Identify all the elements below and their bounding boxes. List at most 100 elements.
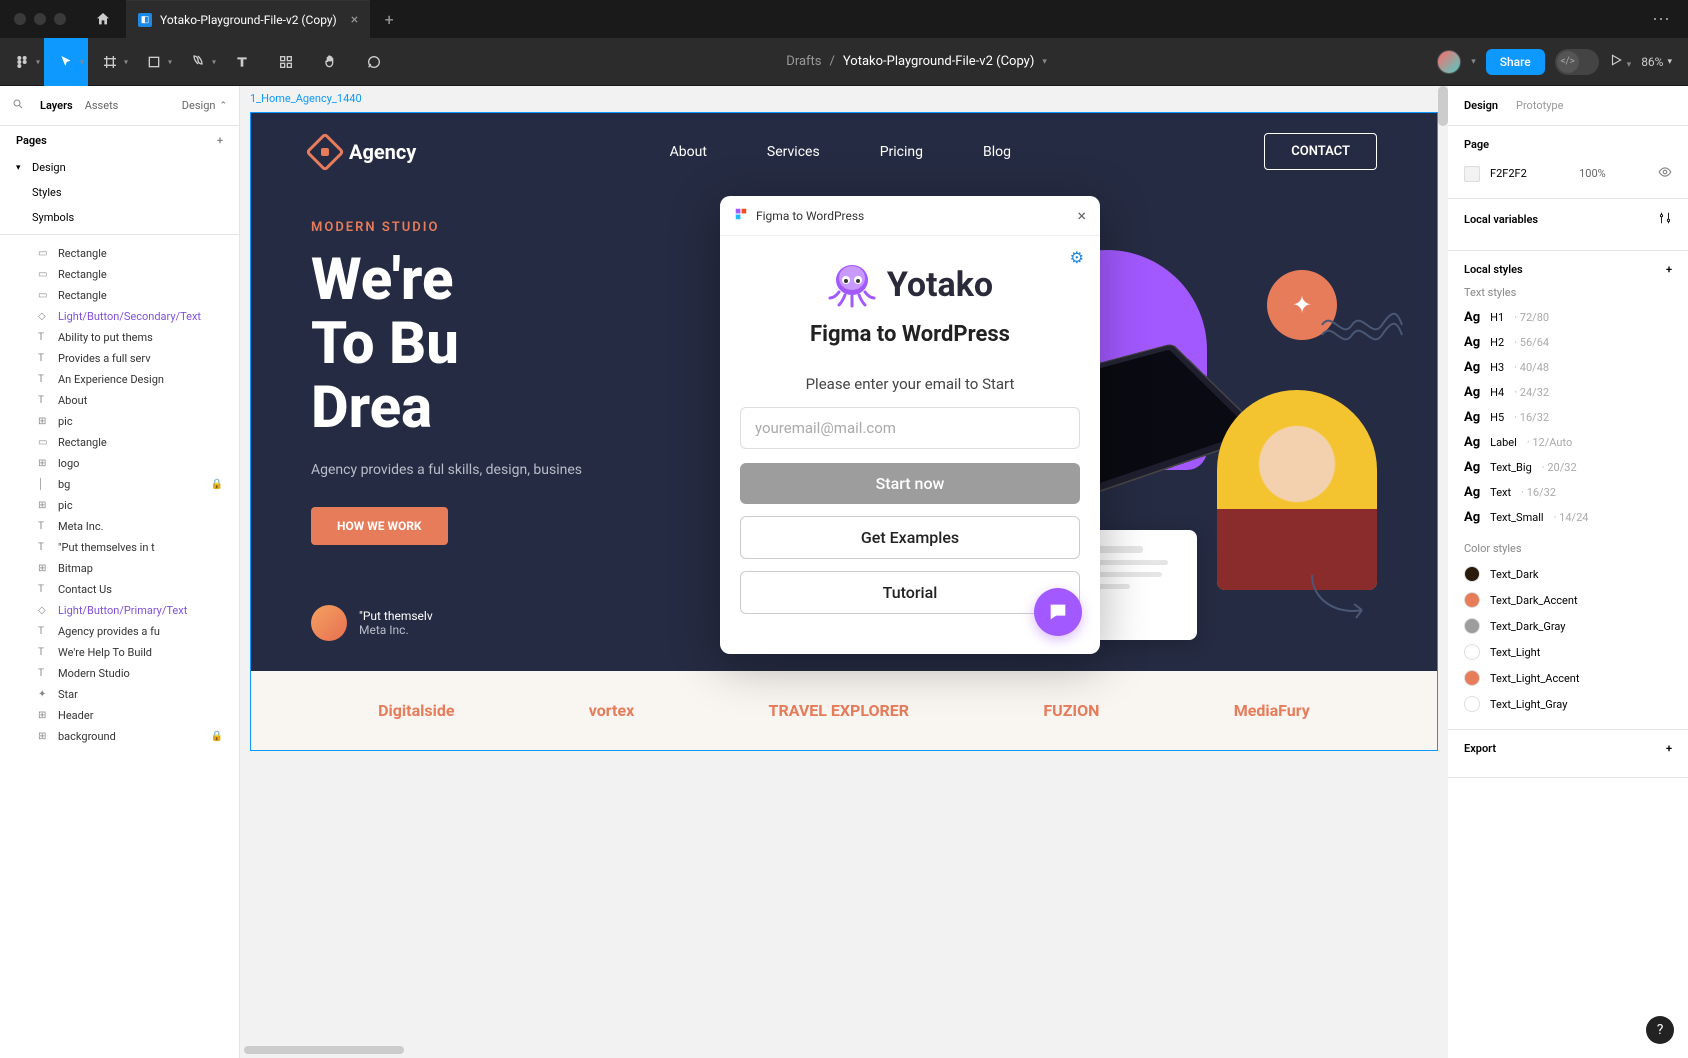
layer-item[interactable]: TAbility to put thems (0, 327, 239, 348)
layer-item[interactable]: ✦Star (0, 684, 239, 705)
layer-item[interactable]: ⊞background🔒 (0, 726, 239, 747)
start-button[interactable]: Start now (740, 463, 1080, 504)
color-style-item[interactable]: Text_Light_Gray (1464, 691, 1672, 717)
text-style-item[interactable]: AgText_Small · 14/24 (1464, 505, 1672, 530)
color-style-item[interactable]: Text_Dark_Accent (1464, 587, 1672, 613)
chat-fab[interactable] (1034, 588, 1082, 636)
layer-item[interactable]: TAbout (0, 390, 239, 411)
page-background-row[interactable]: F2F2F2 100% (1464, 161, 1672, 186)
examples-button[interactable]: Get Examples (740, 516, 1080, 559)
main-menu-button[interactable] (0, 38, 44, 86)
add-page-button[interactable]: + (217, 134, 223, 147)
layer-item[interactable]: TAgency provides a fu (0, 621, 239, 642)
layer-item[interactable]: ◇Light/Button/Secondary/Text (0, 306, 239, 327)
color-style-item[interactable]: Text_Dark_Gray (1464, 613, 1672, 639)
text-style-item[interactable]: AgH4 · 24/32 (1464, 380, 1672, 405)
layer-item[interactable]: ▭Rectangle (0, 285, 239, 306)
layer-item[interactable]: TMeta Inc. (0, 516, 239, 537)
add-style-button[interactable]: + (1666, 263, 1672, 276)
visibility-icon[interactable] (1658, 165, 1672, 182)
dev-mode-toggle[interactable]: </> (1555, 49, 1599, 75)
frame-label[interactable]: 1_Home_Agency_1440 (250, 92, 362, 105)
page-selector[interactable]: Design ⌃ (182, 99, 227, 112)
text-style-item[interactable]: AgH1 · 72/80 (1464, 305, 1672, 330)
help-button[interactable]: ? (1646, 1016, 1674, 1044)
text-style-item[interactable]: AgText · 16/32 (1464, 480, 1672, 505)
email-input[interactable] (740, 407, 1080, 449)
tab-layers[interactable]: Layers (40, 99, 73, 112)
close-tab-icon[interactable]: × (351, 12, 358, 28)
close-plugin-icon[interactable]: × (1077, 206, 1086, 225)
overflow-menu-icon[interactable]: ⋯ (1636, 9, 1688, 30)
tutorial-button[interactable]: Tutorial (740, 571, 1080, 614)
user-avatar[interactable] (1437, 50, 1461, 74)
layer-item[interactable]: ⊞pic (0, 411, 239, 432)
lock-icon[interactable]: 🔒 (211, 731, 223, 742)
right-panel-scroll[interactable]: Page F2F2F2 100% Local variables (1448, 126, 1688, 1058)
layer-item[interactable]: ⊞Bitmap (0, 558, 239, 579)
new-tab-button[interactable]: + (370, 10, 408, 29)
layer-item[interactable]: ▭Rectangle (0, 264, 239, 285)
tab-assets[interactable]: Assets (85, 99, 119, 112)
opacity-value[interactable]: 100% (1579, 167, 1606, 180)
layer-item[interactable]: ⊞Header (0, 705, 239, 726)
ag-icon: Ag (1464, 435, 1480, 450)
canvas[interactable]: 1_Home_Agency_1440 Agency AboutServicesP… (240, 86, 1448, 1058)
text-style-item[interactable]: AgH2 · 56/64 (1464, 330, 1672, 355)
comment-tool-button[interactable] (352, 38, 396, 86)
chevron-down-icon[interactable]: ▾ (1042, 57, 1047, 67)
layer-item[interactable]: TContact Us (0, 579, 239, 600)
layer-item[interactable]: ▭Rectangle (0, 432, 239, 453)
breadcrumb-root[interactable]: Drafts (786, 54, 821, 69)
page-item[interactable]: Design (0, 155, 239, 180)
close-window-icon[interactable] (14, 13, 26, 25)
settings-icon[interactable] (1658, 211, 1672, 228)
zoom-window-icon[interactable] (54, 13, 66, 25)
minimize-window-icon[interactable] (34, 13, 46, 25)
color-style-item[interactable]: Text_Light_Accent (1464, 665, 1672, 691)
layer-item[interactable]: TProvides a full serv (0, 348, 239, 369)
layer-item[interactable]: T"Put themselves in t (0, 537, 239, 558)
resources-button[interactable] (264, 38, 308, 86)
layer-item[interactable]: ⊞logo (0, 453, 239, 474)
pen-tool-button[interactable] (176, 38, 220, 86)
text-style-item[interactable]: AgH3 · 40/48 (1464, 355, 1672, 380)
layer-item[interactable]: TAn Experience Design (0, 369, 239, 390)
hand-tool-button[interactable] (308, 38, 352, 86)
present-button[interactable]: ▾ (1609, 52, 1632, 71)
move-tool-button[interactable] (44, 38, 88, 86)
color-swatch[interactable] (1464, 166, 1480, 182)
layer-item[interactable]: │bg🔒 (0, 474, 239, 495)
chevron-down-icon[interactable]: ▾ (1471, 57, 1476, 67)
vertical-scrollbar[interactable] (1438, 86, 1448, 126)
layer-item[interactable]: TModern Studio (0, 663, 239, 684)
lock-icon[interactable]: 🔒 (211, 479, 223, 490)
text-style-item[interactable]: AgText_Big · 20/32 (1464, 455, 1672, 480)
text-tool-button[interactable] (220, 38, 264, 86)
home-tab[interactable] (80, 0, 126, 38)
text-style-item[interactable]: AgLabel · 12/Auto (1464, 430, 1672, 455)
layer-item[interactable]: TWe're Help To Build (0, 642, 239, 663)
page-item[interactable]: Symbols (0, 205, 239, 230)
layer-item[interactable]: ◇Light/Button/Primary/Text (0, 600, 239, 621)
page-item[interactable]: Styles (0, 180, 239, 205)
tab-design[interactable]: Design (1464, 99, 1498, 112)
color-style-item[interactable]: Text_Light (1464, 639, 1672, 665)
frame-tool-button[interactable] (88, 38, 132, 86)
gear-icon[interactable]: ⚙ (1070, 248, 1084, 267)
hex-value[interactable]: F2F2F2 (1490, 167, 1527, 180)
zoom-control[interactable]: 86% ▾ (1641, 55, 1672, 69)
plugin-header[interactable]: Figma to WordPress × (720, 196, 1100, 236)
shape-tool-button[interactable] (132, 38, 176, 86)
add-export-button[interactable]: + (1666, 742, 1672, 755)
text-style-item[interactable]: AgH5 · 16/32 (1464, 405, 1672, 430)
layer-item[interactable]: ▭Rectangle (0, 243, 239, 264)
breadcrumb-filename[interactable]: Yotako-Playground-File-v2 (Copy) (843, 54, 1034, 69)
share-button[interactable]: Share (1486, 49, 1545, 75)
file-tab[interactable]: ◧ Yotako-Playground-File-v2 (Copy) × (126, 0, 370, 38)
search-icon[interactable] (12, 98, 24, 113)
color-style-item[interactable]: Text_Dark (1464, 561, 1672, 587)
layer-item[interactable]: ⊞pic (0, 495, 239, 516)
tab-prototype[interactable]: Prototype (1516, 99, 1563, 112)
horizontal-scrollbar[interactable] (244, 1046, 404, 1054)
